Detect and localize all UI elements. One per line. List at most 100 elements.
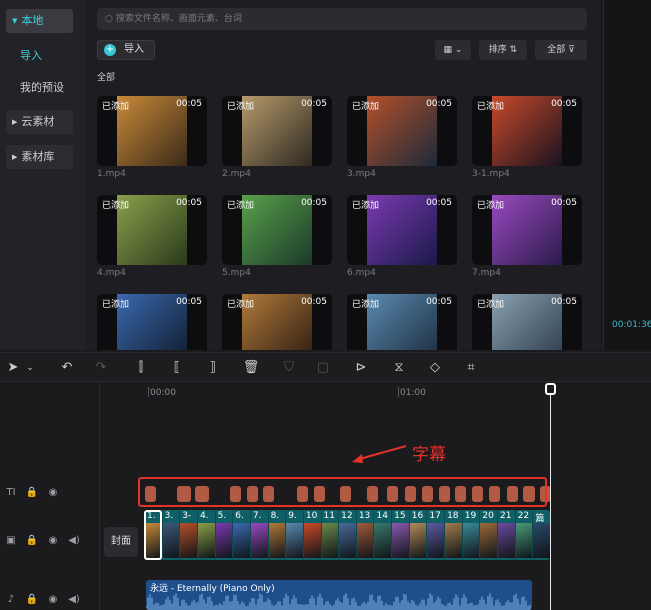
media-thumbnail[interactable]: 已添加 00:05	[472, 294, 582, 350]
filter-button[interactable]: 全部 ⊽	[535, 40, 587, 60]
media-thumbnail[interactable]: 已添加 00:05	[222, 195, 332, 265]
file-name: 4.mp4	[97, 268, 126, 278]
clip-thumbnail	[533, 523, 550, 558]
eye-icon[interactable]: ◉	[46, 487, 60, 498]
crop-icon[interactable]: ⌗	[462, 359, 480, 377]
video-clip[interactable]: 18	[444, 510, 462, 560]
clip-label: 10	[305, 511, 318, 521]
video-clip[interactable]: 22	[514, 510, 533, 560]
video-clip[interactable]: 15	[391, 510, 409, 560]
cover-button[interactable]: 封面	[104, 527, 138, 557]
media-thumbnail[interactable]: 已添加 00:05	[472, 96, 582, 166]
media-item[interactable]: 已添加 00:05	[347, 294, 457, 350]
media-thumbnail[interactable]: 已添加 00:05	[347, 294, 457, 350]
view-mode-button[interactable]: ▦ ⌄	[435, 40, 471, 60]
duration-label: 00:05	[426, 198, 452, 208]
playhead-handle[interactable]	[545, 383, 556, 395]
file-name: 3-1.mp4	[472, 169, 510, 179]
freeze-icon[interactable]: ▢	[314, 359, 332, 377]
chevron-down-icon[interactable]: ⌄	[24, 359, 36, 377]
sidebar-item-library[interactable]: ▶ 素材库	[6, 145, 73, 169]
video-clip[interactable]: 3.	[161, 510, 180, 560]
select-tool-icon[interactable]: ➤	[4, 359, 22, 377]
search-input[interactable]: ○ 搜索文件名称、画面元素、台词	[97, 8, 587, 30]
lock-icon[interactable]: 🔒	[25, 487, 39, 498]
video-clip[interactable]: 4.	[196, 510, 215, 560]
rotate-icon[interactable]: ◇	[426, 359, 444, 377]
media-item[interactable]: 已添加 00:05 3.mp4	[347, 96, 457, 181]
media-thumbnail[interactable]: 已添加 00:05	[472, 195, 582, 265]
speaker-icon[interactable]: ◀)	[67, 594, 81, 605]
ruler-label: 00:00	[150, 388, 176, 398]
clip-thumbnail	[498, 523, 515, 558]
video-clip[interactable]: 12	[338, 510, 356, 560]
sidebar-item-import[interactable]: 导入	[20, 44, 42, 68]
split-left-icon[interactable]: ⟦	[168, 359, 186, 377]
video-clip[interactable]: 20	[479, 510, 498, 560]
added-badge: 已添加	[227, 201, 255, 211]
media-thumbnail[interactable]: 已添加 00:05	[347, 195, 457, 265]
video-clip[interactable]: 11	[320, 510, 339, 560]
mirror-icon[interactable]: ⧖	[390, 359, 408, 377]
video-clip[interactable]: 9.	[285, 510, 303, 560]
media-thumbnail[interactable]: 已添加 00:05	[222, 96, 332, 166]
sidebar-item-presets[interactable]: 我的预设	[20, 76, 64, 100]
duration-label: 00:05	[176, 297, 202, 307]
video-clip[interactable]: 13	[355, 510, 374, 560]
media-item[interactable]: 已添加 00:05 5.mp4	[222, 195, 332, 280]
speaker-icon[interactable]: ◀)	[67, 535, 81, 546]
media-item[interactable]: 已添加 00:05 1.mp4	[97, 96, 207, 181]
media-item[interactable]: 已添加 00:05 7.mp4	[472, 195, 582, 280]
video-clip[interactable]: 10	[302, 510, 321, 560]
clip-thumbnail	[321, 523, 339, 558]
video-clip[interactable]: 3-	[179, 510, 197, 560]
lock-icon[interactable]: 🔒	[25, 594, 39, 605]
video-clip[interactable]: 19	[461, 510, 480, 560]
media-thumbnail[interactable]: 已添加 00:05	[347, 96, 457, 166]
video-clip[interactable]: 篇	[532, 510, 550, 560]
file-name: 2.mp4	[222, 169, 251, 179]
media-item[interactable]: 已添加 00:05	[97, 294, 207, 350]
clip-thumbnail	[392, 523, 409, 558]
playhead[interactable]	[550, 383, 551, 610]
media-thumbnail[interactable]: 已添加 00:05	[97, 294, 207, 350]
media-item[interactable]: 已添加 00:05 4.mp4	[97, 195, 207, 280]
video-clip[interactable]: 5.	[214, 510, 233, 560]
eye-icon[interactable]: ◉	[46, 535, 60, 546]
media-thumbnail[interactable]: 已添加 00:05	[97, 195, 207, 265]
annotation-label: 字幕	[412, 445, 446, 465]
import-button[interactable]: + 导入	[97, 40, 155, 60]
redo-icon[interactable]: ↷	[92, 359, 110, 377]
video-clip[interactable]: 16	[408, 510, 427, 560]
clip-label: 20	[482, 511, 494, 521]
audio-track-header: ♪ 🔒 ◉ ◀)	[4, 594, 88, 605]
sidebar-item-local[interactable]: ▼ 本地	[6, 9, 73, 33]
undo-icon[interactable]: ↶	[58, 359, 76, 377]
play-speed-icon[interactable]: ⊳	[352, 359, 370, 377]
chevron-down-icon: ⌄	[454, 45, 463, 55]
split-right-icon[interactable]: ⟧	[204, 359, 222, 377]
video-clip[interactable]: 21	[497, 510, 515, 560]
media-thumbnail[interactable]: 已添加 00:05	[97, 96, 207, 166]
video-clip[interactable]: 8.	[267, 510, 286, 560]
media-thumbnail[interactable]: 已添加 00:05	[222, 294, 332, 350]
split-icon[interactable]: ⫿	[132, 359, 150, 377]
media-item[interactable]: 已添加 00:05 3-1.mp4	[472, 96, 582, 181]
shield-icon[interactable]: ⛉	[280, 359, 298, 377]
lock-icon[interactable]: 🔒	[25, 535, 39, 546]
media-item[interactable]: 已添加 00:05	[222, 294, 332, 350]
video-clip[interactable]: 17	[426, 510, 445, 560]
video-clip[interactable]: 6.	[232, 510, 250, 560]
sidebar-item-cloud[interactable]: ▶ 云素材	[6, 110, 73, 134]
delete-icon[interactable]: 🗑	[242, 359, 260, 377]
video-clip[interactable]: 7.	[249, 510, 268, 560]
media-item[interactable]: 已添加 00:05 6.mp4	[347, 195, 457, 280]
sort-button[interactable]: 排序 ⇅	[479, 40, 527, 60]
file-name: 1.mp4	[97, 169, 126, 179]
media-item[interactable]: 已添加 00:05 2.mp4	[222, 96, 332, 181]
triangle-right-icon: ▶	[12, 153, 18, 161]
video-clip[interactable]: 14	[373, 510, 392, 560]
audio-clip[interactable]: 永远 - Eternally (Piano Only)	[146, 580, 532, 610]
eye-icon[interactable]: ◉	[46, 594, 60, 605]
media-item[interactable]: 已添加 00:05	[472, 294, 582, 350]
